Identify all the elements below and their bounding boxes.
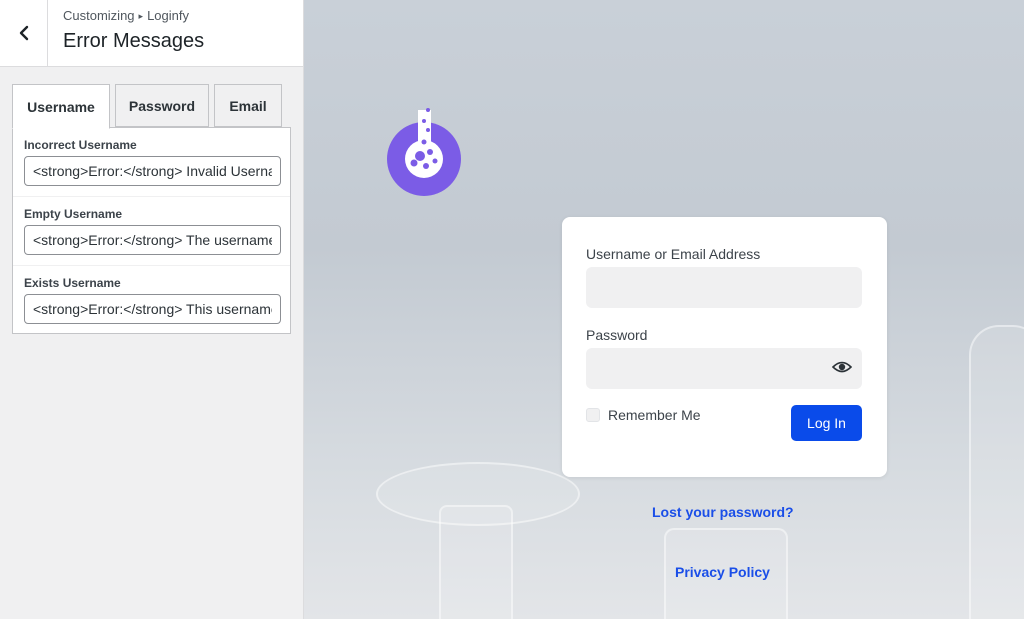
breadcrumb-current: Loginfy <box>147 8 189 23</box>
login-button[interactable]: Log In <box>791 405 862 441</box>
lost-password-link[interactable]: Lost your password? <box>652 504 794 520</box>
remember-me-checkbox[interactable] <box>586 408 600 422</box>
empty-username-field-group: Empty Username <box>13 197 290 266</box>
background-glass-right <box>969 325 1024 619</box>
empty-username-input[interactable] <box>24 225 281 255</box>
incorrect-username-input[interactable] <box>24 156 281 186</box>
breadcrumb-parent: Customizing <box>63 8 135 23</box>
page-title: Error Messages <box>63 30 205 52</box>
username-label: Username or Email Address <box>586 246 761 262</box>
exists-username-field-group: Exists Username <box>13 266 290 335</box>
login-form-card: Username or Email Address Password Remem… <box>562 217 887 477</box>
breadcrumb: Customizing ▸ Loginfy <box>63 8 189 23</box>
tab-panel-username: Incorrect Username Empty Username Exists… <box>12 127 291 334</box>
empty-username-label: Empty Username <box>24 207 123 221</box>
show-password-eye-icon[interactable] <box>832 360 852 374</box>
exists-username-label: Exists Username <box>24 276 121 290</box>
username-input[interactable] <box>586 267 862 308</box>
incorrect-username-field-group: Incorrect Username <box>13 128 290 197</box>
password-input[interactable] <box>586 348 862 389</box>
remember-me: Remember Me <box>586 407 701 423</box>
customizer-sidebar: Customizing ▸ Loginfy Error Messages Usern… <box>0 0 304 619</box>
privacy-policy-link[interactable]: Privacy Policy <box>675 564 770 580</box>
tab-username[interactable]: Username <box>12 84 110 129</box>
chevron-left-icon <box>19 25 28 41</box>
tab-password[interactable]: Password <box>115 84 209 127</box>
tab-email[interactable]: Email <box>214 84 282 127</box>
brand-logo-icon <box>387 108 461 196</box>
background-glass-left-stem <box>439 505 513 619</box>
exists-username-input[interactable] <box>24 294 281 324</box>
breadcrumb-separator-icon: ▸ <box>138 11 144 21</box>
back-button[interactable] <box>0 0 48 66</box>
customizer-header: Customizing ▸ Loginfy Error Messages <box>0 0 303 67</box>
password-label: Password <box>586 327 648 343</box>
incorrect-username-label: Incorrect Username <box>24 138 137 152</box>
remember-me-label: Remember Me <box>608 407 701 423</box>
